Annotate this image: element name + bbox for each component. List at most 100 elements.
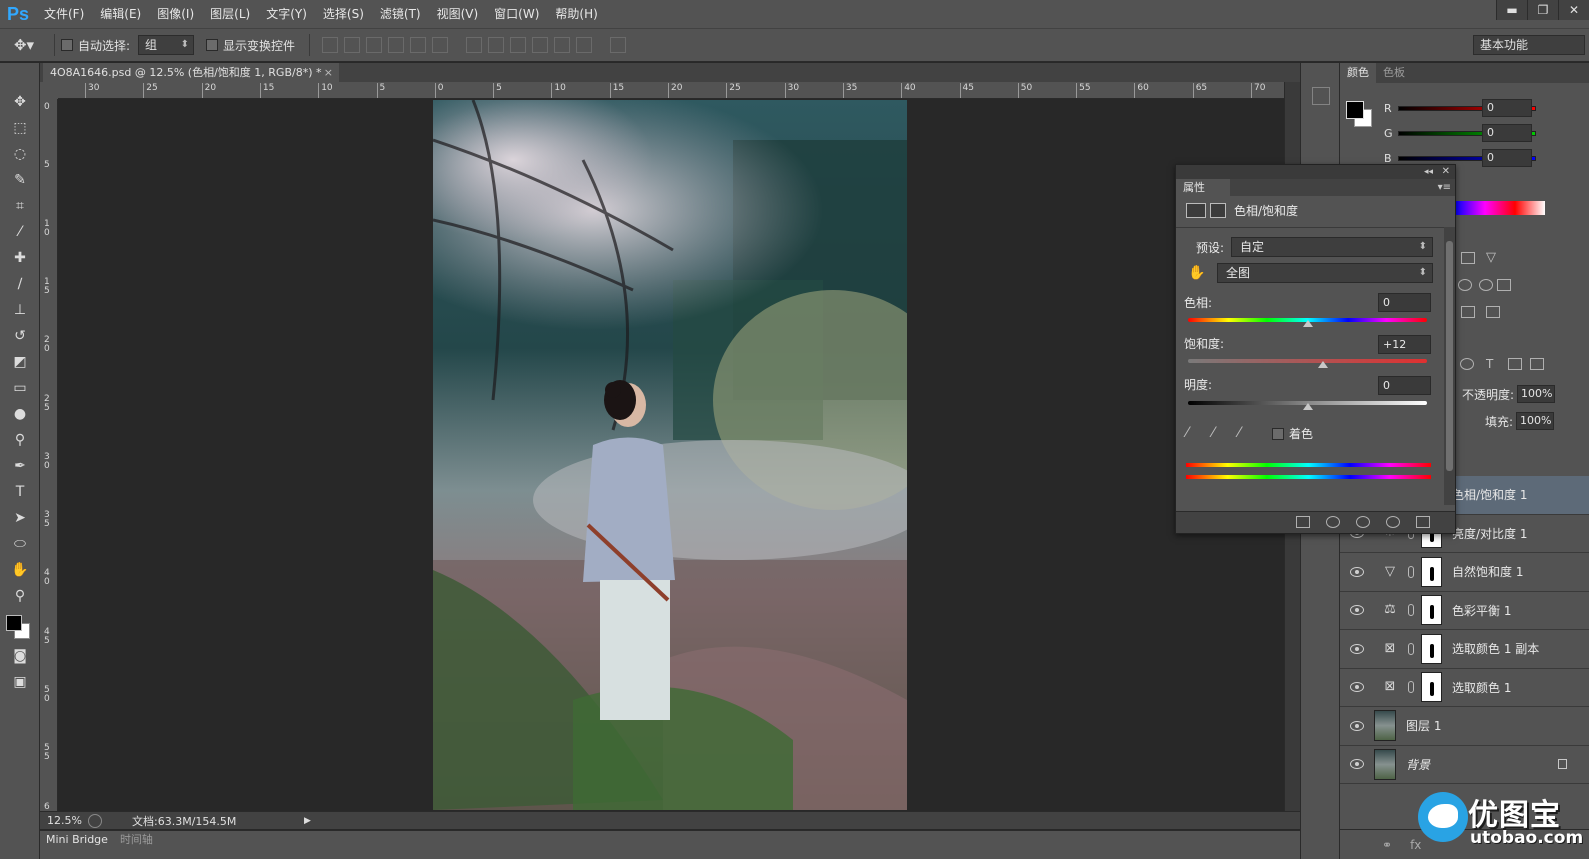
color-lookup-icon[interactable]	[1497, 279, 1511, 291]
pen-tool-icon[interactable]: ✒	[0, 453, 40, 479]
filter-smart-icon[interactable]	[1530, 358, 1544, 370]
red-value[interactable]: 0	[1482, 99, 1532, 117]
distribute-bottom-icon[interactable]	[510, 37, 527, 53]
zoom-tool-icon[interactable]: ⚲	[0, 583, 40, 609]
gradient-map-icon[interactable]	[1486, 306, 1500, 318]
saturation-slider[interactable]	[1188, 359, 1427, 363]
status-menu-arrow-icon[interactable]: ▶	[304, 816, 311, 826]
channel-dropdown[interactable]: 全图	[1217, 263, 1433, 283]
checkbox-icon[interactable]	[1272, 427, 1284, 440]
menu-type[interactable]: 文字(Y)	[258, 0, 315, 28]
vibrance-icon[interactable]: ▽	[1486, 251, 1500, 264]
visibility-eye-icon[interactable]	[1350, 720, 1364, 731]
stamp-tool-icon[interactable]: ⊥	[0, 297, 40, 323]
blue-value[interactable]: 0	[1482, 149, 1532, 167]
eyedropper-plus-icon[interactable]: ⁄	[1212, 425, 1228, 441]
eyedropper-icon[interactable]: ⁄	[1186, 425, 1202, 441]
properties-scrollbar[interactable]	[1444, 227, 1455, 505]
gradient-tool-icon[interactable]: ▭	[0, 375, 40, 401]
panel-titlebar[interactable]: ◂◂ ✕	[1176, 165, 1455, 179]
blur-tool-icon[interactable]: ●	[0, 401, 40, 427]
link-icon[interactable]	[1408, 604, 1414, 617]
ruler-origin[interactable]	[40, 82, 58, 99]
lightness-value[interactable]: 0	[1378, 376, 1431, 395]
close-tab-icon[interactable]: ×	[324, 63, 333, 82]
scroll-thumb[interactable]	[1446, 241, 1453, 471]
menu-help[interactable]: 帮助(H)	[547, 0, 605, 28]
visibility-eye-icon[interactable]	[1386, 516, 1400, 528]
checkbox-icon[interactable]	[61, 39, 73, 51]
menu-layer[interactable]: 图层(L)	[202, 0, 258, 28]
menu-select[interactable]: 选择(S)	[315, 0, 372, 28]
menu-file[interactable]: 文件(F)	[36, 0, 92, 28]
color-spectrum[interactable]	[1455, 201, 1545, 215]
green-value[interactable]: 0	[1482, 124, 1532, 142]
brush-tool-icon[interactable]: ∕	[0, 271, 40, 297]
align-left-icon[interactable]	[388, 37, 405, 53]
quick-select-tool-icon[interactable]: ✎	[0, 167, 40, 193]
colorize-checkbox[interactable]: 着色	[1272, 425, 1313, 442]
trash-icon[interactable]	[1416, 516, 1430, 528]
vertical-ruler[interactable]: 0 5 1 0 1 5 2 0 2 5 3 0 3 5 4 0 4 5 5 0 5 5 6	[40, 99, 58, 811]
menu-view[interactable]: 视图(V)	[429, 0, 487, 28]
distribute-right-icon[interactable]	[576, 37, 593, 53]
lasso-tool-icon[interactable]: ◌	[0, 141, 40, 167]
filter-type-icon[interactable]: T	[1486, 358, 1500, 370]
layer-row[interactable]: 背景	[1340, 746, 1589, 784]
dodge-tool-icon[interactable]: ⚲	[0, 427, 40, 453]
healing-brush-tool-icon[interactable]: ✚	[0, 245, 40, 271]
layer-mask-thumbnail[interactable]	[1421, 672, 1442, 703]
link-layers-icon[interactable]: ⚭	[1382, 838, 1392, 852]
layer-name[interactable]: 色彩平衡 1	[1452, 602, 1511, 619]
filter-shape-icon[interactable]	[1508, 358, 1522, 370]
auto-align-icon[interactable]	[610, 37, 627, 53]
align-hcenter-icon[interactable]	[410, 37, 427, 53]
hue-icon[interactable]	[1458, 279, 1472, 291]
tab-timeline[interactable]: 时间轴	[114, 831, 159, 849]
eyedropper-minus-icon[interactable]: ⁄	[1238, 425, 1254, 441]
distribute-hcenter-icon[interactable]	[554, 37, 571, 53]
status-info-icon[interactable]	[88, 813, 102, 828]
show-transform-checkbox[interactable]: 显示变换控件	[206, 37, 295, 54]
layer-thumbnail[interactable]	[1374, 748, 1396, 780]
layer-name[interactable]: 图层 1	[1406, 717, 1441, 734]
align-bottom-icon[interactable]	[366, 37, 383, 53]
screen-mode-icon[interactable]: ▣	[0, 669, 40, 695]
close-icon[interactable]: ✕	[1442, 165, 1450, 179]
distribute-vcenter-icon[interactable]	[488, 37, 505, 53]
filter-adjust-icon[interactable]	[1460, 358, 1474, 370]
quick-mask-icon[interactable]: ◙	[0, 643, 40, 669]
visibility-eye-icon[interactable]	[1350, 566, 1364, 577]
view-previous-icon[interactable]	[1326, 516, 1340, 528]
layer-name[interactable]: 选取颜色 1	[1452, 679, 1511, 696]
layer-row[interactable]: ⊠ 选取颜色 1	[1340, 669, 1589, 707]
mask-icon[interactable]	[1210, 203, 1226, 218]
opacity-value[interactable]: 100%	[1517, 385, 1556, 403]
panel-menu-icon[interactable]: ▾≡	[1438, 179, 1451, 196]
align-top-icon[interactable]	[322, 37, 339, 53]
eyedropper-tool-icon[interactable]: ⁄	[0, 219, 40, 245]
align-vcenter-icon[interactable]	[344, 37, 361, 53]
layer-thumbnail[interactable]	[1374, 710, 1396, 742]
foreground-color-swatch[interactable]	[6, 615, 22, 631]
restore-icon[interactable]: ❐	[1527, 0, 1558, 20]
layer-name[interactable]: 色相/饱和度 1	[1452, 486, 1528, 503]
distribute-left-icon[interactable]	[532, 37, 549, 53]
visibility-eye-icon[interactable]	[1350, 643, 1364, 654]
layer-mask-thumbnail[interactable]	[1421, 556, 1442, 587]
menu-image[interactable]: 图像(I)	[149, 0, 202, 28]
hand-target-icon[interactable]: ✋	[1188, 265, 1205, 281]
layer-mask-thumbnail[interactable]	[1421, 595, 1442, 626]
tab-properties[interactable]: 属性	[1176, 179, 1230, 196]
layer-row[interactable]: ▽ 自然饱和度 1	[1340, 553, 1589, 592]
auto-select-checkbox[interactable]: 自动选择:	[61, 37, 130, 54]
checkbox-icon[interactable]	[206, 39, 219, 51]
tab-mini-bridge[interactable]: Mini Bridge	[40, 831, 114, 849]
hue-value[interactable]: 0	[1378, 293, 1431, 312]
color-swatches[interactable]	[0, 609, 40, 643]
channel-mixer-icon[interactable]	[1479, 279, 1493, 291]
history-panel-icon[interactable]	[1312, 87, 1330, 105]
eraser-tool-icon[interactable]: ◩	[0, 349, 40, 375]
adjustment-icon[interactable]	[1186, 203, 1206, 218]
menu-edit[interactable]: 编辑(E)	[92, 0, 149, 28]
